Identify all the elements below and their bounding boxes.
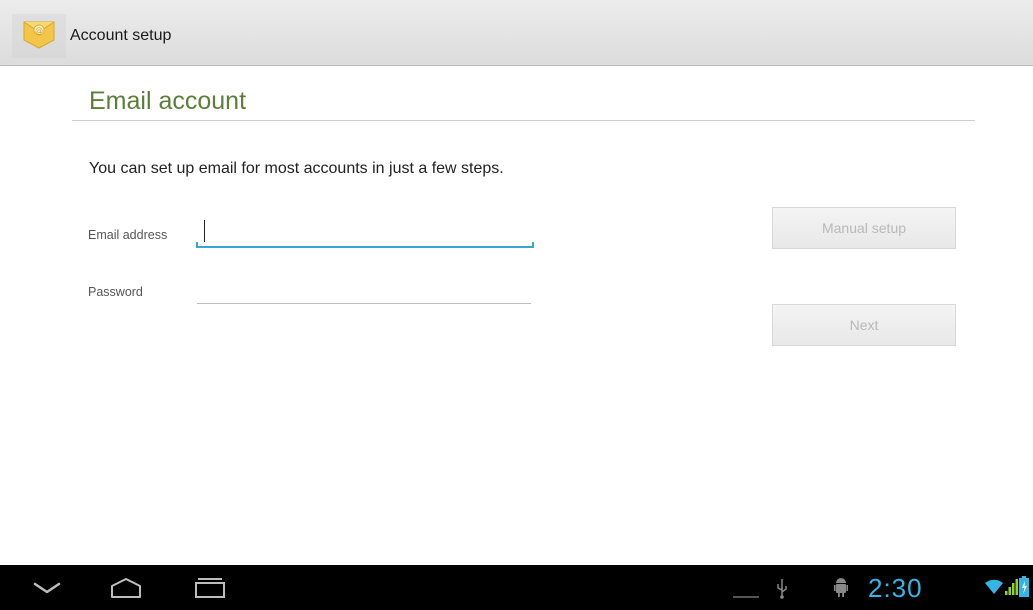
signal-icon	[1005, 578, 1019, 601]
action-bar-title: Account setup	[70, 27, 172, 44]
page-title: Email account	[89, 87, 247, 115]
recent-apps-icon[interactable]	[182, 565, 238, 610]
next-button[interactable]: Next	[772, 304, 956, 346]
email-app-icon[interactable]: @	[12, 14, 66, 58]
action-bar: @ Account setup	[0, 0, 1033, 66]
screen: @ Account setup Email account You can se…	[0, 0, 1033, 610]
email-address-label: Email address	[88, 228, 168, 242]
svg-text:@: @	[35, 26, 43, 35]
clock: 2:30	[868, 573, 923, 603]
password-field[interactable]	[197, 280, 531, 304]
text-cursor	[204, 220, 205, 242]
email-address-field[interactable]	[196, 218, 534, 248]
intro-text: You can set up email for most accounts i…	[89, 160, 504, 177]
email-field-edge-left	[196, 242, 198, 248]
manual-setup-button[interactable]: Manual setup	[772, 207, 956, 249]
email-field-edge-right	[532, 242, 534, 248]
title-divider	[72, 120, 975, 121]
android-debug-icon	[833, 575, 849, 604]
dash-icon	[733, 586, 759, 604]
back-icon[interactable]	[22, 565, 72, 610]
home-icon[interactable]	[98, 565, 154, 610]
wifi-icon	[984, 578, 1004, 601]
usb-icon	[775, 577, 789, 604]
battery-icon	[1019, 576, 1029, 603]
password-label: Password	[88, 285, 143, 299]
